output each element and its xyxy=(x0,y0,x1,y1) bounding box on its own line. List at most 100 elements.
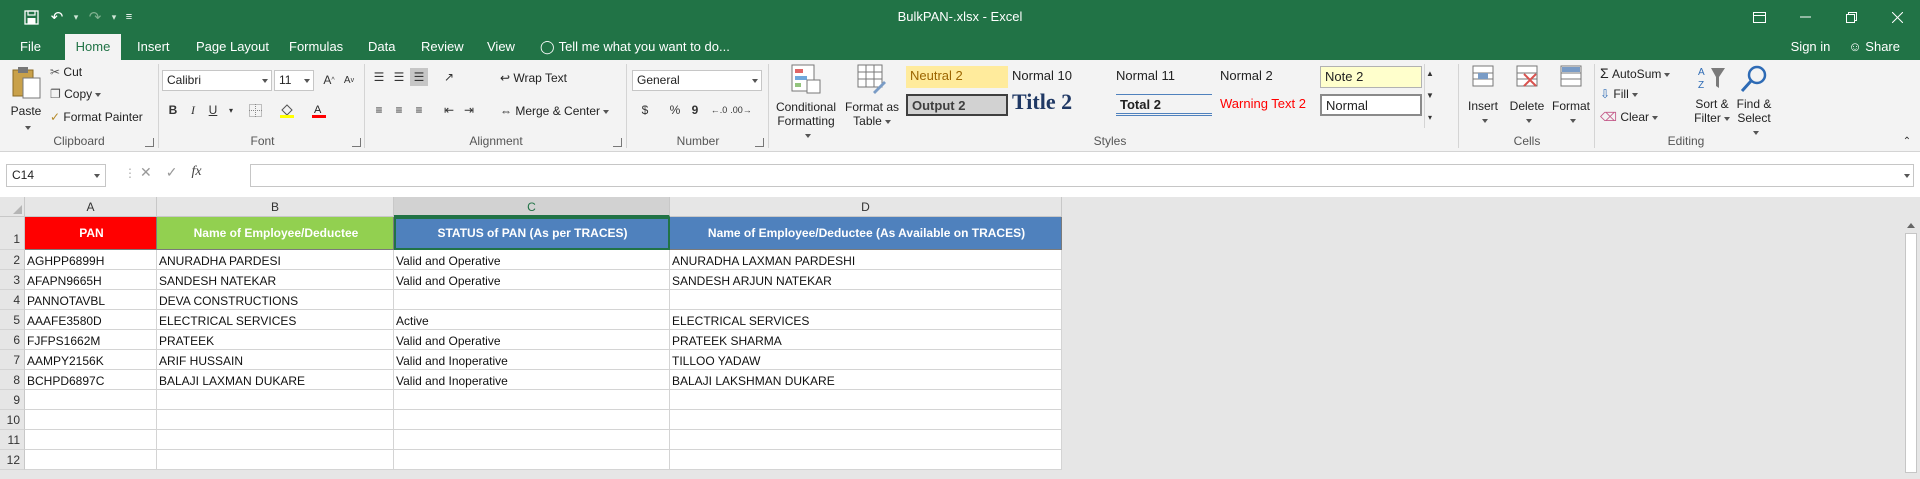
cell-a12[interactable] xyxy=(25,450,157,470)
tell-me-box[interactable]: ◯ Tell me what you want to do... xyxy=(540,34,730,60)
column-header-a[interactable]: A xyxy=(25,197,157,217)
cell-d4[interactable] xyxy=(670,290,1062,310)
row-header-6[interactable]: 6 xyxy=(0,330,25,350)
column-header-d[interactable]: D xyxy=(670,197,1062,217)
style-total-2[interactable]: Total 2 xyxy=(1116,94,1212,116)
cell-c8[interactable]: Valid and Inoperative xyxy=(394,370,670,390)
insert-function-icon[interactable]: fx xyxy=(191,164,201,181)
align-bottom-icon[interactable]: ☰ xyxy=(410,68,428,86)
percent-button[interactable]: % xyxy=(666,101,684,119)
style-normal-11[interactable]: Normal 11 xyxy=(1112,66,1216,88)
row-header-9[interactable]: 9 xyxy=(0,390,25,410)
autosum-button[interactable]: Σ AutoSum xyxy=(1600,65,1671,81)
format-as-table-button[interactable]: Format as Table xyxy=(842,64,902,130)
style-note-2[interactable]: Note 2 xyxy=(1320,66,1422,88)
cell-c2[interactable]: Valid and Operative xyxy=(394,250,670,270)
font-name-combo[interactable]: Calibri xyxy=(162,70,272,91)
enter-icon[interactable]: ✓ xyxy=(166,164,178,181)
decrease-indent-icon[interactable]: ⇤ xyxy=(440,101,458,119)
borders-icon[interactable] xyxy=(246,101,264,119)
gallery-down-icon[interactable]: ▼ xyxy=(1425,86,1435,104)
select-all-button[interactable] xyxy=(0,197,25,217)
sign-in-link[interactable]: Sign in xyxy=(1791,34,1831,59)
cell-b9[interactable] xyxy=(157,390,394,410)
row-header-11[interactable]: 11 xyxy=(0,430,25,450)
wrap-text-button[interactable]: ↩ Wrap Text xyxy=(500,71,567,85)
align-middle-icon[interactable]: ☰ xyxy=(390,68,408,86)
header-cell-a[interactable]: PAN xyxy=(25,217,157,250)
cell-b10[interactable] xyxy=(157,410,394,430)
cell-b4[interactable]: DEVA CONSTRUCTIONS xyxy=(157,290,394,310)
tab-home[interactable]: Home xyxy=(65,34,121,60)
cell-b5[interactable]: ELECTRICAL SERVICES xyxy=(157,310,394,330)
copy-button[interactable]: ❐ Copy xyxy=(50,87,102,101)
tab-page-layout[interactable]: Page Layout xyxy=(196,34,269,60)
cell-d10[interactable] xyxy=(670,410,1062,430)
name-box[interactable]: C14 xyxy=(6,164,106,187)
align-top-icon[interactable]: ☰ xyxy=(370,68,388,86)
row-header-1[interactable]: 1 xyxy=(0,217,25,250)
find-select-button[interactable]: Find & Select xyxy=(1734,64,1774,135)
tab-data[interactable]: Data xyxy=(368,34,395,60)
alignment-launcher-icon[interactable] xyxy=(613,138,622,147)
cell-b8[interactable]: BALAJI LAXMAN DUKARE xyxy=(157,370,394,390)
bold-button[interactable]: B xyxy=(164,101,182,119)
increase-decimal-icon[interactable]: ←.0 xyxy=(710,101,728,119)
row-header-5[interactable]: 5 xyxy=(0,310,25,330)
expand-formula-icon[interactable] xyxy=(1904,174,1910,178)
sort-filter-button[interactable]: AZ Sort & Filter xyxy=(1692,64,1732,130)
font-color-icon[interactable]: A xyxy=(310,101,328,119)
cell-d12[interactable] xyxy=(670,450,1062,470)
cell-a8[interactable]: BCHPD6897C xyxy=(25,370,157,390)
style-normal[interactable]: Normal xyxy=(1320,94,1422,116)
decrease-decimal-icon[interactable]: .00→ xyxy=(730,101,752,119)
style-warning-text-2[interactable]: Warning Text 2 xyxy=(1216,94,1320,116)
paste-button[interactable]: Paste xyxy=(8,66,44,132)
fill-color-icon[interactable] xyxy=(278,101,296,119)
cell-d5[interactable]: ELECTRICAL SERVICES xyxy=(670,310,1062,330)
clipboard-launcher-icon[interactable] xyxy=(145,138,154,147)
scroll-thumb[interactable] xyxy=(1905,233,1917,473)
collapse-ribbon-icon[interactable]: ⌃ xyxy=(1898,132,1916,150)
tab-review[interactable]: Review xyxy=(421,34,464,60)
ribbon-display-options-icon[interactable] xyxy=(1736,0,1782,34)
cell-a10[interactable] xyxy=(25,410,157,430)
cell-a7[interactable]: AAMPY2156K xyxy=(25,350,157,370)
cell-d8[interactable]: BALAJI LAKSHMAN DUKARE xyxy=(670,370,1062,390)
cell-a11[interactable] xyxy=(25,430,157,450)
row-header-3[interactable]: 3 xyxy=(0,270,25,290)
header-cell-c[interactable]: STATUS of PAN (As per TRACES) xyxy=(394,217,670,250)
tab-insert[interactable]: Insert xyxy=(137,34,170,60)
cell-d6[interactable]: PRATEEK SHARMA xyxy=(670,330,1062,350)
currency-button[interactable]: $ xyxy=(636,101,654,119)
cell-c6[interactable]: Valid and Operative xyxy=(394,330,670,350)
underline-dropdown-icon[interactable]: ▾ xyxy=(222,101,240,119)
cell-b6[interactable]: PRATEEK xyxy=(157,330,394,350)
number-format-combo[interactable]: General xyxy=(632,70,762,91)
style-normal-10[interactable]: Normal 10 xyxy=(1008,66,1112,88)
tab-view[interactable]: View xyxy=(487,34,515,60)
tab-formulas[interactable]: Formulas xyxy=(289,34,343,60)
paste-dropdown-icon[interactable] xyxy=(25,125,31,130)
underline-button[interactable]: U xyxy=(204,101,222,119)
cut-button[interactable]: ✂ Cut xyxy=(50,65,82,79)
header-cell-d[interactable]: Name of Employee/Deductee (As Available … xyxy=(670,217,1062,250)
cell-d7[interactable]: TILLOO YADAW xyxy=(670,350,1062,370)
cell-b11[interactable] xyxy=(157,430,394,450)
header-cell-b[interactable]: Name of Employee/Deductee xyxy=(157,217,394,250)
style-neutral-2[interactable]: Neutral 2 xyxy=(906,66,1008,88)
comma-button[interactable]: 9 xyxy=(686,101,704,119)
fill-button[interactable]: ⇩ Fill xyxy=(1600,87,1638,101)
share-button[interactable]: ☺ Share xyxy=(1848,34,1900,59)
font-size-combo[interactable]: 11 xyxy=(274,70,314,91)
row-header-12[interactable]: 12 xyxy=(0,450,25,470)
row-header-2[interactable]: 2 xyxy=(0,250,25,270)
cell-c11[interactable] xyxy=(394,430,670,450)
merge-center-button[interactable]: ⇔ Merge & Center xyxy=(500,104,610,118)
increase-font-icon[interactable]: A ^ xyxy=(320,71,338,89)
cell-d3[interactable]: SANDESH ARJUN NATEKAR xyxy=(670,270,1062,290)
row-header-8[interactable]: 8 xyxy=(0,370,25,390)
cell-d9[interactable] xyxy=(670,390,1062,410)
gallery-more-icon[interactable]: ▾ xyxy=(1425,108,1435,126)
column-header-b[interactable]: B xyxy=(157,197,394,217)
